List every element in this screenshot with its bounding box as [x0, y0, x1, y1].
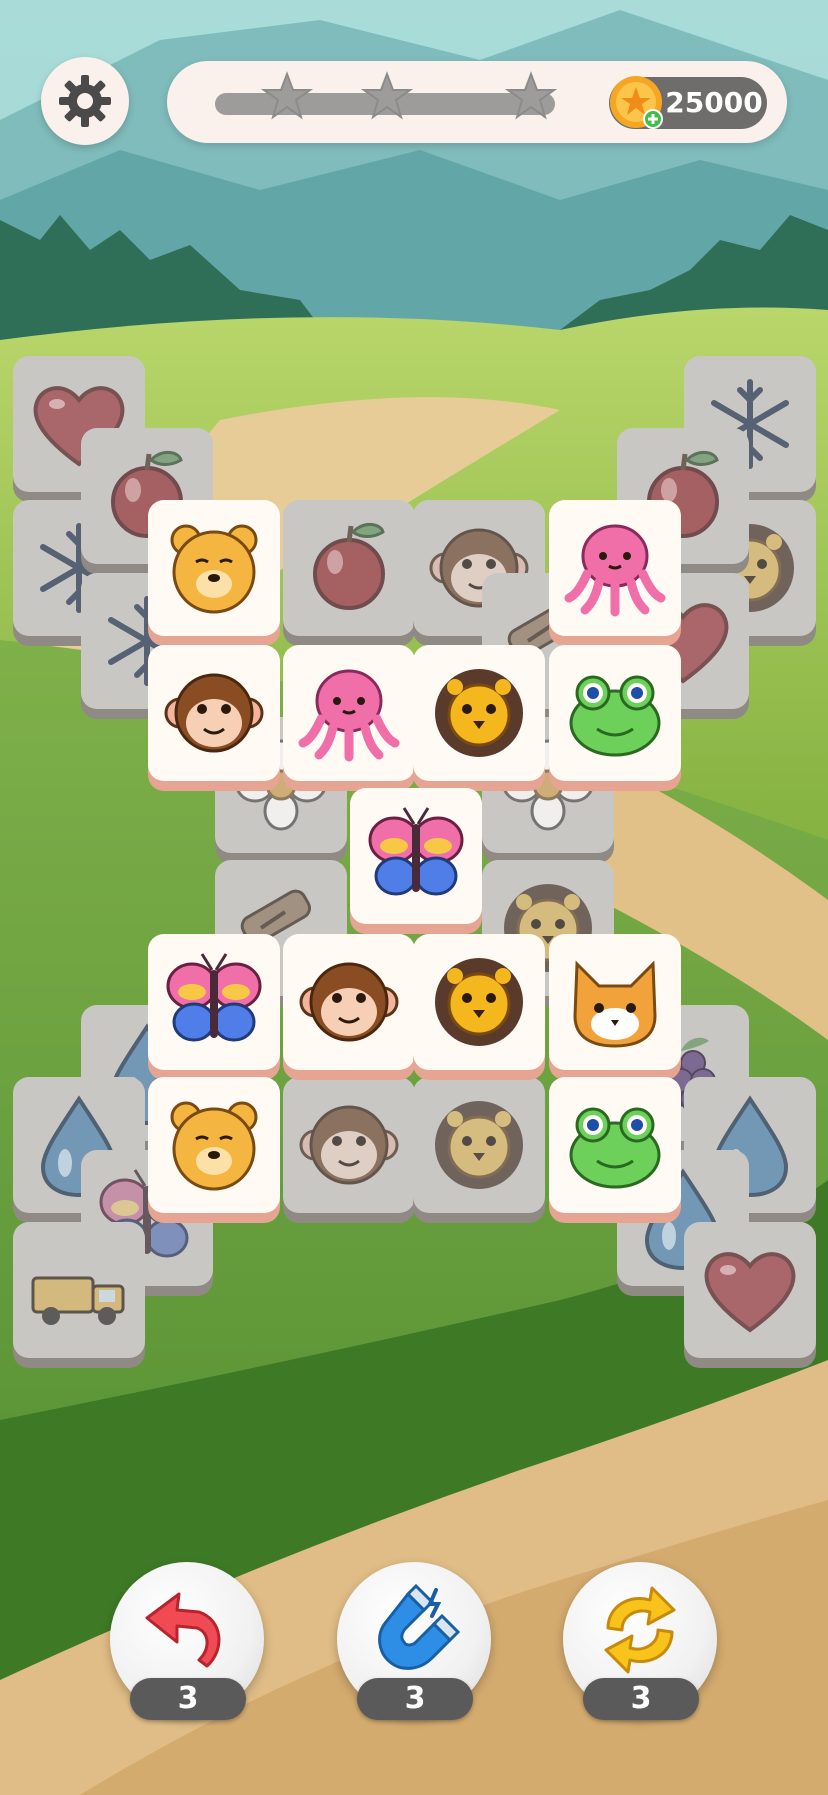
- apple-icon: [313, 523, 385, 610]
- progress-star-icon: [361, 71, 413, 120]
- undo-count: 3: [130, 1678, 246, 1720]
- open-tile-lion[interactable]: [413, 645, 545, 791]
- open-tile-frog[interactable]: [549, 645, 681, 791]
- covered-tile-lion: [413, 1077, 545, 1223]
- open-tile-frog[interactable]: [549, 1077, 681, 1223]
- undo-button[interactable]: 3: [110, 1562, 264, 1720]
- cat-icon: [573, 960, 657, 1048]
- bear-icon: [170, 1101, 258, 1191]
- octopus-icon: [298, 669, 400, 762]
- monkey-icon: [299, 1105, 399, 1185]
- magnet-button[interactable]: 3: [337, 1562, 491, 1720]
- progress-star-icon: [261, 71, 313, 120]
- covered-tile-heart: [684, 1222, 816, 1368]
- lion-icon: [435, 958, 523, 1046]
- lion-icon: [435, 1101, 523, 1189]
- open-tile-lion[interactable]: [413, 934, 545, 1080]
- magnet-count: 3: [357, 1678, 473, 1720]
- open-tile-octopus[interactable]: [549, 500, 681, 646]
- covered-tile-apple: [283, 500, 415, 646]
- open-tile-cat[interactable]: [549, 934, 681, 1080]
- truck-icon: [31, 1276, 125, 1325]
- shuffle-button[interactable]: 3: [563, 1562, 717, 1720]
- progress-star-icon: [505, 71, 557, 120]
- open-tile-monkey[interactable]: [283, 934, 415, 1080]
- covered-tile-monkey: [283, 1077, 415, 1223]
- monkey-icon: [164, 673, 264, 753]
- shuffle-count: 3: [583, 1678, 699, 1720]
- open-tile-butterfly[interactable]: [350, 788, 482, 934]
- covered-tile-truck: [13, 1222, 145, 1368]
- heart-icon: [704, 1252, 796, 1333]
- butterfly-icon: [166, 953, 262, 1042]
- open-tile-bear[interactable]: [148, 500, 280, 646]
- magnet-icon: [378, 1583, 461, 1670]
- frog-icon: [569, 675, 661, 757]
- open-tile-butterfly[interactable]: [148, 934, 280, 1080]
- bear-icon: [170, 524, 258, 614]
- open-tile-monkey[interactable]: [148, 645, 280, 791]
- open-tile-octopus[interactable]: [283, 645, 415, 791]
- monkey-icon: [299, 962, 399, 1042]
- frog-icon: [569, 1107, 661, 1189]
- butterfly-icon: [368, 807, 464, 896]
- octopus-icon: [564, 524, 666, 617]
- shuffle-icon: [604, 1586, 676, 1674]
- top-status-bar: 25000: [167, 61, 787, 143]
- open-tile-bear[interactable]: [148, 1077, 280, 1223]
- lion-icon: [435, 669, 523, 757]
- settings-button[interactable]: [41, 57, 129, 145]
- undo-arrow-icon: [145, 1592, 221, 1668]
- coin-icon[interactable]: [607, 73, 665, 131]
- coin-count: 25000: [665, 86, 763, 119]
- gear-icon: [59, 75, 111, 127]
